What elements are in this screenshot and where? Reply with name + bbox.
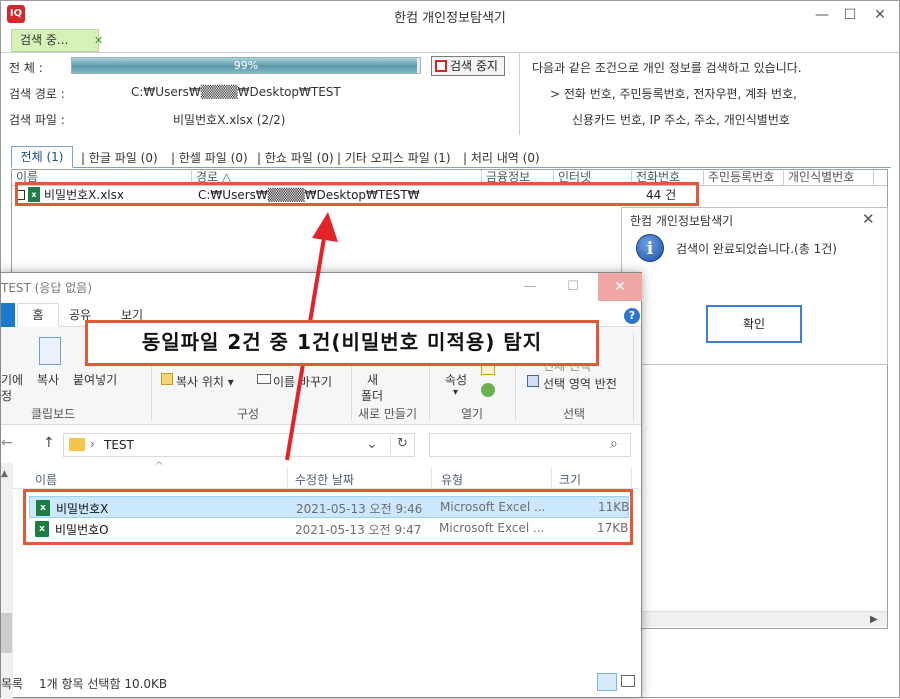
- arrow-head: [312, 212, 338, 242]
- annotation-label: 동일파일 2건 중 1건(비밀번호 미적용) 탐지: [85, 320, 599, 366]
